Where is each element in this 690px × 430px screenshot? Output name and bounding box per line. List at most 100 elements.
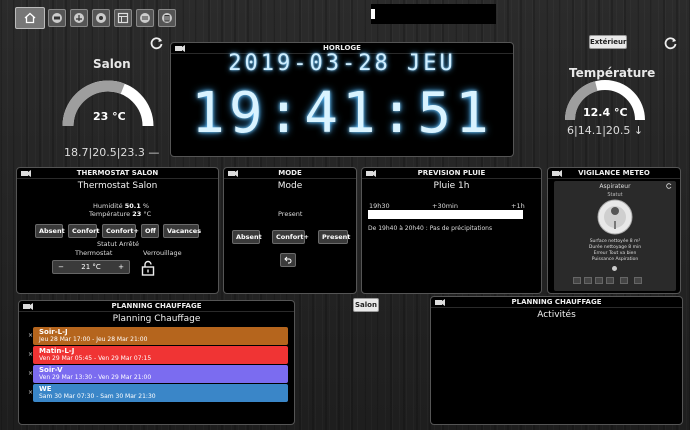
clock-time: 19:41:51 [191, 81, 493, 146]
refresh-icon[interactable] [150, 36, 164, 50]
vacuum-play-button[interactable] [573, 277, 581, 284]
activites-title: Activités [537, 310, 576, 320]
robot-vacuum-icon [597, 199, 633, 235]
schedule-item[interactable]: × Soir-L-J Jeu 28 Mar 17:00 - Jeu 28 Mar… [28, 327, 288, 345]
schedule-item-title: WE [39, 385, 52, 393]
vacuum-stop-button[interactable] [595, 277, 603, 284]
vacuum-panel: Aspirateur Statut Surface nettoyée 8 m² … [554, 181, 676, 291]
delete-icon[interactable]: × [28, 389, 33, 396]
delete-icon[interactable]: × [28, 351, 33, 358]
exterior-temperature-value: 12.4 °C [583, 106, 628, 119]
mode-current: Present [278, 210, 303, 218]
statut-label: Statut Arrêté [97, 240, 140, 248]
planning-left-title: Planning Chauffage [112, 314, 201, 324]
refresh-icon[interactable] [664, 36, 678, 50]
salon-button[interactable]: Salon [353, 298, 379, 312]
vigilance-card: VIGILANCE METEO Aspirateur Statut Surfac… [547, 167, 681, 294]
grid-icon [117, 12, 129, 24]
pluie-title: Pluie 1h [433, 181, 470, 191]
schedule-item-title: Soir-V [39, 366, 63, 374]
mode-header: MODE [278, 169, 302, 177]
nav-camera-button[interactable] [48, 9, 66, 27]
mode-present-button[interactable]: Present [318, 230, 350, 244]
camera-icon [366, 170, 376, 177]
mode-card: MODE Mode Present Absent Confort+ Presen… [223, 167, 357, 294]
salon-temperature-value: 23 °C [93, 110, 126, 123]
unlock-icon[interactable] [141, 260, 155, 276]
vacuum-locate-button[interactable] [634, 277, 642, 284]
thermostat-label: Thermostat [75, 249, 113, 257]
table-icon [140, 13, 150, 23]
vacuum-dock-button[interactable] [620, 277, 628, 284]
camera-icon [21, 170, 31, 177]
setpoint-value: 21 °C [81, 263, 101, 271]
setpoint-plus-button[interactable]: + [113, 263, 129, 271]
vacuum-pause-button[interactable] [584, 277, 592, 284]
thermostat-confort-button[interactable]: Confort [68, 224, 99, 238]
salon-min-avg-max: 18.7|20.5|23.3 — [64, 146, 160, 159]
vacuum-status-label: Statut [607, 192, 623, 198]
planning-right-header: PLANNING CHAUFFAGE [511, 298, 602, 306]
temperature-label: Température 23 °C [89, 210, 152, 218]
building-icon [162, 13, 172, 23]
nav-table-button[interactable] [136, 9, 154, 27]
vigilance-header: VIGILANCE METEO [578, 169, 650, 177]
vacuum-info-3: Erreur Tout va bien [593, 251, 637, 256]
thermostat-title: Thermostat Salon [77, 181, 158, 191]
mode-confort-plus-button[interactable]: Confort+ [272, 230, 309, 244]
camera-icon [552, 170, 562, 177]
schedule-item-detail: Ven 29 Mar 05:45 - Ven 29 Mar 07:15 [39, 355, 152, 362]
salon-gauge-title: Salon [93, 57, 131, 71]
schedule-item-detail: Sam 30 Mar 07:30 - Sam 30 Mar 21:30 [39, 393, 156, 400]
vacuum-info-2: Durée nettoyage 8 min [588, 245, 642, 250]
nav-settings-button[interactable] [92, 9, 110, 27]
camera-icon [228, 170, 238, 177]
vacuum-info-1: Surface nettoyée 8 m² [589, 239, 641, 244]
top-black-bar [371, 4, 496, 24]
humidite-label: Humidité 50.1 % [93, 202, 150, 210]
top-cursor-mark [371, 9, 375, 19]
clock-date: 2019-03-28 JEU [228, 51, 456, 76]
mode-title: Mode [277, 181, 303, 191]
horloge-card: HORLOGE 2019-03-28 JEU 19:41:51 [170, 42, 514, 157]
exterieur-button[interactable]: Extérieur [589, 35, 627, 49]
schedule-item[interactable]: × WE Sam 30 Mar 07:30 - Sam 30 Mar 21:30 [28, 384, 288, 402]
thermostat-confort-plus-button[interactable]: Confort+ [102, 224, 139, 238]
setpoint-minus-button[interactable]: − [53, 263, 69, 271]
temperature-gauge-title: Température [569, 66, 656, 80]
home-icon [24, 12, 36, 24]
activites-card: PLANNING CHAUFFAGE Activités [430, 296, 683, 425]
camera-icon [435, 299, 445, 306]
camera-icon [52, 13, 62, 23]
schedule-item[interactable]: × Soir-V Ven 29 Mar 13:30 - Ven 29 Mar 2… [28, 365, 288, 383]
refresh-icon[interactable] [666, 183, 672, 189]
schedule-item-detail: Jeu 28 Mar 17:00 - Jeu 28 Mar 21:00 [39, 336, 148, 343]
nav-building-button[interactable] [158, 9, 176, 27]
schedule-item-detail: Ven 29 Mar 13:30 - Ven 29 Mar 21:00 [39, 374, 152, 381]
pluie-t1: +30min [432, 202, 458, 210]
delete-icon[interactable]: × [28, 370, 33, 377]
thermostat-absent-button[interactable]: Absent [35, 224, 65, 238]
mode-undo-button[interactable] [280, 253, 296, 267]
mode-absent-button[interactable]: Absent [232, 230, 262, 244]
nav-calendar-button[interactable] [70, 9, 88, 27]
planning-left-header: PLANNING CHAUFFAGE [111, 302, 202, 310]
nav-home-button[interactable] [15, 7, 45, 29]
thermostat-off-button[interactable]: Off [141, 224, 159, 238]
thermostat-header: THERMOSTAT SALON [76, 169, 159, 177]
delete-icon[interactable]: × [28, 332, 33, 339]
thermostat-card: THERMOSTAT SALON Thermostat Salon Humidi… [16, 167, 219, 294]
pluie-header: PREVISION PLUIE [417, 169, 486, 177]
pluie-forecast-text: De 19h40 à 20h40 : Pas de précipitations [368, 225, 493, 232]
setpoint-stepper[interactable]: − 21 °C + [52, 260, 130, 274]
settings-icon [96, 13, 106, 23]
nav-grid-button[interactable] [114, 9, 132, 27]
pluie-t2: +1h [511, 202, 525, 210]
vacuum-status-dot [612, 266, 617, 271]
calendar-icon [74, 13, 84, 23]
thermostat-vacances-button[interactable]: Vacances [163, 224, 201, 238]
verrouillage-label: Verrouillage [143, 249, 182, 257]
pluie-card: PREVISION PLUIE Pluie 1h 19h30 +30min +1… [361, 167, 542, 294]
schedule-item[interactable]: × Matin-L-J Ven 29 Mar 05:45 - Ven 29 Ma… [28, 346, 288, 364]
vacuum-spot-button[interactable] [606, 277, 614, 284]
